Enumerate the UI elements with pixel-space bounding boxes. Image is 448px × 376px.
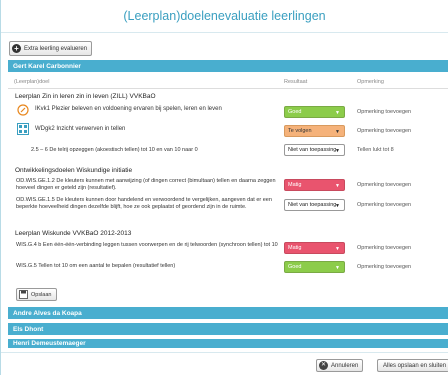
result-select-od-ge-1-2[interactable]: Matig ▼ [284, 179, 345, 191]
student-header-gert[interactable]: Gert Karel Carbonnier [8, 60, 448, 72]
math-goal-icon [17, 123, 29, 135]
title-bar: (Leerplan)doelenevaluatie leerlingen [1, 0, 448, 33]
chevron-down-icon: ▼ [335, 129, 340, 135]
evaluation-window: (Leerplan)doelenevaluatie leerlingen + E… [0, 0, 448, 376]
student-header-els[interactable]: Els Dhont [8, 323, 448, 335]
play-goal-icon [17, 104, 29, 116]
column-header-row: (Leerplan)doel Resultaat Opmerking [8, 74, 448, 89]
col-result: Resultaat [284, 79, 308, 85]
save-button[interactable]: Opslaan [16, 288, 57, 301]
chevron-down-icon: ▼ [335, 148, 340, 154]
goal-od-ge-1-5: OD.WIS.GE.1.5 De kleuters kunnen door ha… [16, 197, 272, 210]
chevron-down-icon: ▼ [335, 110, 340, 116]
save-icon [19, 290, 28, 299]
result-select-ikvk1[interactable]: Goed ▼ [284, 106, 345, 118]
goal-od-ge-1-2: OD.WIS.GE.1.2 De kleuters kunnen met aan… [16, 178, 276, 191]
footer-bar: ✕ Annuleren Alles opslaan en sluiten [1, 352, 448, 376]
goal-ikvk1: IKvk1 Plezier beleven en voldoening erva… [35, 106, 222, 112]
extra-student-label: Extra leerling evalueren [24, 45, 88, 52]
col-remark: Opmerking [357, 79, 384, 85]
result-select-wis-g-5[interactable]: Goed ▼ [284, 261, 345, 273]
remark-telrij[interactable]: Tellen lukt tot 8 [357, 147, 394, 153]
chevron-down-icon: ▼ [335, 183, 340, 189]
goal-wis-g-5: WIS.G.5 Tellen tot 10 om een aantal te b… [16, 263, 176, 269]
add-remark-wdgk2[interactable]: Opmerking toevoegen [357, 128, 411, 134]
add-remark-wis-g-5[interactable]: Opmerking toevoegen [357, 264, 411, 270]
add-remark-od-ge-1-2[interactable]: Opmerking toevoegen [357, 182, 411, 188]
window-title: (Leerplan)doelenevaluatie leerlingen [123, 9, 326, 23]
close-icon: ✕ [319, 361, 328, 370]
save-close-button[interactable]: Alles opslaan en sluiten [377, 359, 448, 372]
col-goal: (Leerplan)doel [14, 79, 50, 85]
goal-wis-g-4b: WIS.G.4 b Een één-één-verbinding leggen … [16, 242, 278, 248]
student-header-henri[interactable]: Henri Demeustemaeger [8, 339, 448, 348]
goal-telrij: 2.5 – 6 De telrij opzeggen (akoestisch t… [31, 147, 198, 153]
section-od-title: Ontwikkelingsdoelen Wiskundige initiatie [15, 167, 133, 174]
plus-icon: + [12, 44, 21, 53]
section-wiskunde-title: Leerplan Wiskunde VVKBaO 2012-2013 [15, 230, 132, 237]
chevron-down-icon: ▼ [335, 203, 340, 209]
extra-student-button[interactable]: + Extra leerling evalueren [9, 41, 93, 56]
result-select-wdgk2[interactable]: Te volgen ▼ [284, 125, 345, 137]
section-zill-title: Leerplan Zin in leren zin in leven (ZILL… [15, 93, 156, 100]
add-remark-od-ge-1-5[interactable]: Opmerking toevoegen [357, 202, 411, 208]
result-select-od-ge-1-5[interactable]: Niet van toepassing ▼ [284, 199, 345, 211]
result-select-telrij[interactable]: Niet van toepassing ▼ [284, 144, 345, 156]
chevron-down-icon: ▼ [335, 246, 340, 252]
add-remark-ikvk1[interactable]: Opmerking toevoegen [357, 109, 411, 115]
result-select-wis-g-4b[interactable]: Matig ▼ [284, 242, 345, 254]
add-remark-wis-g-4b[interactable]: Opmerking toevoegen [357, 245, 411, 251]
goal-wdgk2: WDgk2 Inzicht verwerven in tellen [35, 126, 126, 132]
student-header-andre[interactable]: Andre Alves da Koapa [8, 307, 448, 319]
cancel-button[interactable]: ✕ Annuleren [316, 359, 364, 372]
chevron-down-icon: ▼ [335, 265, 340, 271]
